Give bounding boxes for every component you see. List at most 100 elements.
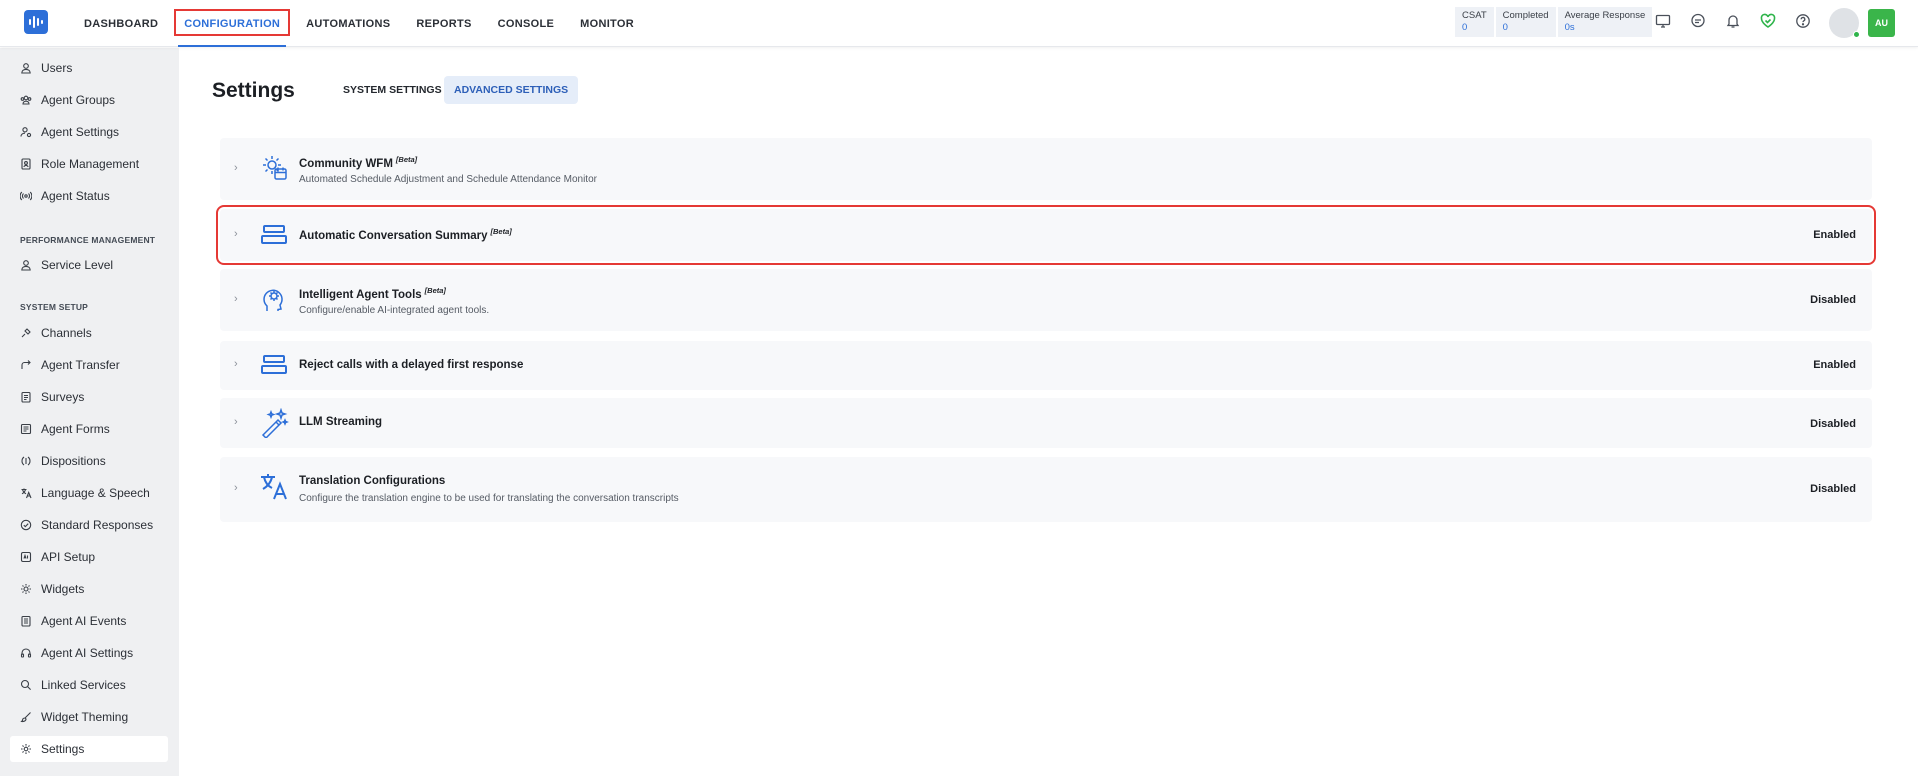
stat-average-response: Average Response 0s (1557, 7, 1653, 37)
sidebar: Users Agent Groups Agent Settings Role M… (0, 48, 179, 776)
monitor-icon[interactable] (1654, 12, 1672, 30)
chevron-right-icon[interactable]: › (234, 358, 238, 370)
setting-status: Disabled (1810, 294, 1856, 306)
magic-wand-icon (259, 407, 289, 440)
setting-title-text: LLM Streaming (299, 416, 383, 428)
sidebar-item-label: Linked Services (41, 678, 126, 692)
sidebar-item-agent-transfer[interactable]: Agent Transfer (10, 352, 168, 378)
sidebar-item-agent-status[interactable]: Agent Status (10, 183, 168, 209)
main-content: Settings SYSTEM SETTINGS ADVANCED SETTIN… (179, 48, 1918, 776)
nav-monitor[interactable]: MONITOR (574, 0, 640, 47)
language-icon (20, 487, 32, 499)
setting-status: Enabled (1813, 359, 1856, 371)
sidebar-item-agent-ai-events[interactable]: Agent AI Events (10, 608, 168, 634)
stat-value: 0s (1564, 22, 1575, 33)
setting-title: LLM Streaming (299, 416, 382, 428)
setting-description: Automated Schedule Adjustment and Schedu… (299, 174, 597, 185)
survey-icon (20, 391, 32, 403)
sidebar-item-label: Channels (41, 326, 92, 340)
sidebar-item-label: Role Management (41, 157, 140, 171)
setting-title: Reject calls with a delayed first respon… (299, 359, 523, 371)
headset-icon (20, 647, 32, 659)
nav-configuration[interactable]: CONFIGURATION (174, 0, 291, 47)
chevron-right-icon[interactable]: › (234, 162, 238, 174)
setting-title-text: Automatic Conversation Summary (299, 229, 488, 242)
sidebar-item-linked-services[interactable]: Linked Services (10, 672, 168, 698)
sidebar-item-label: Agent AI Settings (41, 646, 134, 660)
sidebar-item-service-level[interactable]: Service Level (10, 252, 168, 278)
sidebar-item-label: Service Level (41, 258, 114, 272)
setting-card-llm-streaming[interactable]: › LLM Streaming Disabled (220, 398, 1872, 448)
help-icon[interactable] (1794, 12, 1812, 30)
tab-advanced-settings[interactable]: ADVANCED SETTINGS (444, 76, 579, 104)
sidebar-item-users[interactable]: Users (10, 55, 168, 81)
nav-reports[interactable]: REPORTS (410, 0, 477, 47)
setting-title: Intelligent Agent Tools [Beta] (299, 286, 446, 301)
top-icons (1654, 12, 1812, 30)
setting-title: Translation Configurations (299, 475, 445, 487)
setting-card-auto-conversation-summary[interactable]: › Automatic Conversation Summary [Beta] E… (216, 205, 1876, 265)
beta-badge: [Beta] (490, 227, 512, 236)
sidebar-item-label: Dispositions (41, 454, 106, 468)
sidebar-item-surveys[interactable]: Surveys (10, 384, 168, 410)
setting-title-text: Community WFM (299, 157, 393, 170)
sidebar-item-widgets[interactable]: Widgets (10, 576, 168, 602)
user-icon (20, 259, 32, 271)
bell-icon[interactable] (1724, 12, 1742, 30)
sidebar-item-settings[interactable]: Settings (10, 736, 168, 762)
setting-card-translation-configurations[interactable]: › Translation Configurations Configure t… (220, 457, 1872, 522)
app-logo-icon[interactable] (24, 10, 48, 34)
online-status-dot (1853, 31, 1860, 38)
sidebar-item-label: Widgets (41, 582, 85, 596)
sidebar-item-dispositions[interactable]: Dispositions (10, 448, 168, 474)
setting-status: Disabled (1810, 418, 1856, 430)
sidebar-item-standard-responses[interactable]: Standard Responses (10, 512, 168, 538)
section-heading-performance: PERFORMANCE MANAGEMENT (20, 235, 156, 245)
user-initials-badge[interactable]: AU (1868, 9, 1895, 37)
nav-dashboard[interactable]: DASHBOARD (78, 0, 164, 47)
heart-check-icon[interactable] (1759, 12, 1777, 30)
setting-card-intelligent-agent-tools[interactable]: › Intelligent Agent Tools [Beta] Configur… (220, 269, 1872, 331)
setting-title-text: Intelligent Agent Tools (299, 288, 422, 301)
tab-system-settings[interactable]: SYSTEM SETTINGS (333, 76, 452, 104)
nav-automations[interactable]: AUTOMATIONS (300, 0, 396, 47)
chevron-right-icon[interactable]: › (234, 293, 238, 305)
stat-label: CSAT (1462, 10, 1487, 21)
stat-value: 0 (1502, 22, 1508, 33)
sidebar-item-label: Agent Transfer (41, 358, 120, 372)
stat-label: Completed (1502, 10, 1549, 21)
sidebar-item-agent-forms[interactable]: Agent Forms (10, 416, 168, 442)
sidebar-item-agent-settings[interactable]: Agent Settings (10, 119, 168, 145)
sidebar-item-agent-ai-settings[interactable]: Agent AI Settings (10, 640, 168, 666)
chevron-right-icon[interactable]: › (234, 416, 238, 428)
user-icon (20, 62, 32, 74)
sidebar-item-channels[interactable]: Channels (10, 320, 168, 346)
main-nav: DASHBOARD CONFIGURATION AUTOMATIONS REPO… (78, 0, 640, 47)
sidebar-item-language-speech[interactable]: Language & Speech (10, 480, 168, 506)
chevron-right-icon[interactable]: › (234, 228, 238, 240)
events-icon (20, 615, 32, 627)
sidebar-item-label: Agent Groups (41, 93, 116, 107)
chevron-right-icon[interactable]: › (234, 482, 238, 494)
calendar-gear-icon (259, 152, 289, 182)
sidebar-item-widget-theming[interactable]: Widget Theming (10, 704, 168, 730)
widget-icon (20, 583, 32, 595)
setting-card-community-wfm[interactable]: › Community WFM [Beta] Automated Schedule… (220, 138, 1872, 200)
search-icon (20, 679, 32, 691)
chat-icon[interactable] (1689, 12, 1707, 30)
translate-icon (259, 471, 289, 501)
sidebar-item-role-management[interactable]: Role Management (10, 151, 168, 177)
brush-icon (20, 711, 32, 723)
section-heading-system-setup: SYSTEM SETUP (20, 302, 89, 312)
setting-card-reject-delayed-calls[interactable]: › Reject calls with a delayed first resp… (220, 341, 1872, 390)
avatar[interactable] (1829, 8, 1860, 38)
setting-description: Configure the translation engine to be u… (299, 493, 679, 504)
sidebar-item-api-setup[interactable]: API Setup (10, 544, 168, 570)
sidebar-item-label: Agent Settings (41, 125, 120, 139)
top-bar: DASHBOARD CONFIGURATION AUTOMATIONS REPO… (0, 0, 1918, 47)
stat-completed: Completed 0 (1495, 7, 1556, 37)
nav-console[interactable]: CONSOLE (492, 0, 561, 47)
channels-icon (20, 327, 32, 339)
sidebar-item-agent-groups[interactable]: Agent Groups (10, 87, 168, 113)
group-icon (20, 94, 32, 106)
